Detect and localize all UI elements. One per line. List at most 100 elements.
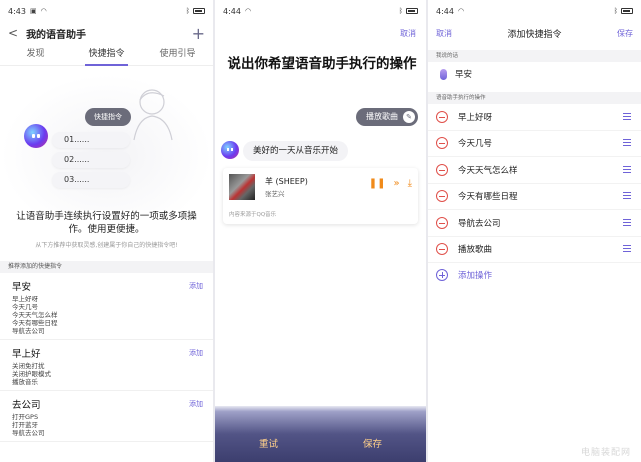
status-bar: 4:44 ◠ ᛒ <box>215 0 426 22</box>
recommend-header: 推荐添加的快捷指令 <box>0 261 213 273</box>
bottom-action-bar: 重试 保存 <box>215 406 426 462</box>
shortcut-hint: 从下方推荐中获取灵感,创建属于你自己的快捷指令吧! <box>35 242 178 249</box>
status-time: 4:44 <box>436 6 454 16</box>
group-line: 早上好呀 <box>12 295 38 303</box>
retry-button[interactable]: 重试 <box>259 436 278 450</box>
remove-icon[interactable] <box>436 163 448 176</box>
watermark: 电脑装配网 <box>580 448 631 458</box>
recognized-command-chip[interactable]: 播放歌曲 ✎ <box>356 108 418 126</box>
group-name: 早安 <box>12 282 32 293</box>
pause-icon[interactable]: ❚❚ <box>369 178 386 189</box>
group-line: 关闭护眼模式 <box>12 370 51 378</box>
microphone-icon <box>440 68 447 80</box>
recommend-group-to-office[interactable]: 去公司 添加 打开GPS 打开蓝牙 导航去公司 <box>0 391 213 442</box>
drag-handle-icon[interactable] <box>623 165 633 174</box>
drag-handle-icon[interactable] <box>623 218 633 227</box>
song-title: 羊 (SHEEP) <box>265 177 308 186</box>
tab-shortcuts[interactable]: 快捷指令 <box>71 44 142 66</box>
battery-icon <box>621 8 633 14</box>
group-line: 关闭免打扰 <box>12 362 45 370</box>
action-label: 今天有哪些日程 <box>458 192 518 203</box>
group-line: 今天天气怎么样 <box>12 311 58 319</box>
voice-prompt-title: 说出你希望语音助手执行的操作 <box>227 56 417 72</box>
add-icon[interactable]: + <box>192 24 205 43</box>
recognized-command-text: 播放歌曲 <box>366 112 398 121</box>
remove-icon[interactable] <box>436 216 448 229</box>
bluetooth-icon: ᛒ <box>613 7 618 15</box>
next-icon[interactable]: » <box>393 178 399 189</box>
say-label: 我说的话 <box>428 50 641 62</box>
battery-icon <box>406 8 418 14</box>
group-line: 今天几号 <box>12 303 38 311</box>
assistant-reply: 美好的一天从音乐开始 <box>243 141 349 161</box>
status-bar: 4:43 ▣ ◠ ᛒ <box>0 0 213 22</box>
cancel-button[interactable]: 取消 <box>436 28 452 39</box>
action-row: 早上好呀 <box>428 104 641 131</box>
battery-icon <box>193 8 205 14</box>
recommend-group-good-morning[interactable]: 早上好 添加 关闭免打扰 关闭护眼模式 播放音乐 <box>0 340 213 391</box>
edit-icon[interactable]: ✎ <box>403 111 415 123</box>
shortcut-illustration: 快捷指令 01...... 02...... 03...... <box>0 74 213 210</box>
music-card[interactable]: 羊 (SHEEP) 张艺兴 ❚❚ » ⤓ 内容来源于QQ音乐 <box>223 168 418 224</box>
action-row: 播放歌曲 <box>428 237 641 263</box>
step-pill-1: 01...... <box>52 132 130 148</box>
music-source: 内容来源于QQ音乐 <box>229 212 277 218</box>
add-circle-icon <box>436 269 448 281</box>
wifi-icon: ◠ <box>40 7 47 15</box>
save-button[interactable]: 保存 <box>617 28 633 39</box>
drag-handle-icon[interactable] <box>623 192 633 200</box>
cancel-button[interactable]: 取消 <box>400 28 416 39</box>
tab-guide[interactable]: 使用引导 <box>142 44 213 65</box>
action-label: 早上好呀 <box>458 112 493 123</box>
wifi-icon: ◠ <box>244 7 252 15</box>
add-button[interactable]: 添加 <box>189 348 203 358</box>
action-label: 导航去公司 <box>458 218 501 229</box>
action-row: 今天几号 <box>428 131 641 157</box>
add-action-label: 添加操作 <box>458 271 493 281</box>
save-button[interactable]: 保存 <box>363 436 382 450</box>
shortcut-tag: 快捷指令 <box>85 108 131 126</box>
remove-icon[interactable] <box>436 243 448 256</box>
drag-handle-icon[interactable] <box>623 245 633 253</box>
group-line: 播放音乐 <box>12 378 38 386</box>
back-icon[interactable]: < <box>8 26 18 40</box>
tab-discover[interactable]: 发现 <box>0 44 71 65</box>
download-icon[interactable]: ⤓ <box>408 178 412 189</box>
voice-input-screen: 4:44 ◠ ᛒ 取消 说出你希望语音助手执行的操作 播放歌曲 ✎ 美好的一天从… <box>215 0 426 462</box>
artist-name: 张艺兴 <box>265 190 285 198</box>
page-title: 添加快捷指令 <box>507 29 562 40</box>
action-label: 今天几号 <box>458 139 493 150</box>
recommend-group-morning[interactable]: 早安 添加 早上好呀 今天几号 今天天气怎么样 今天有哪些日程 导航去公司 <box>0 273 213 340</box>
wifi-icon: ◠ <box>457 7 465 15</box>
add-button[interactable]: 添加 <box>189 399 203 409</box>
step-pill-3: 03...... <box>52 172 130 188</box>
remove-icon[interactable] <box>436 110 448 123</box>
add-action-button[interactable]: 添加操作 <box>428 263 641 287</box>
action-label: 今天天气怎么样 <box>458 165 518 176</box>
add-button[interactable]: 添加 <box>189 281 203 291</box>
remove-icon[interactable] <box>436 190 448 203</box>
bluetooth-icon: ᛒ <box>185 7 190 15</box>
status-time: 4:43 <box>8 6 26 16</box>
say-phrase: 早安 <box>455 70 473 80</box>
tab-bar: 发现 快捷指令 使用引导 <box>0 44 213 66</box>
app-header: < 我的语音助手 + <box>0 22 213 44</box>
group-line: 打开蓝牙 <box>12 421 38 429</box>
action-row: 今天天气怎么样 <box>428 157 641 184</box>
group-name: 去公司 <box>12 400 41 411</box>
action-label: 播放歌曲 <box>458 245 493 256</box>
step-pill-2: 02...... <box>52 152 130 168</box>
remove-icon[interactable] <box>436 137 448 150</box>
drag-handle-icon[interactable] <box>623 139 633 147</box>
music-controls: ❚❚ » ⤓ <box>369 178 412 189</box>
person-illustration-icon <box>133 89 173 141</box>
shortcut-description: 让语音助手连续执行设置好的一项或多项操作。使用更便捷。 <box>16 211 197 235</box>
album-cover <box>229 174 255 200</box>
group-line: 打开GPS <box>12 413 39 421</box>
status-time: 4:44 <box>223 6 241 16</box>
group-name: 早上好 <box>12 349 41 360</box>
drag-handle-icon[interactable] <box>623 112 633 121</box>
page-title: 我的语音助手 <box>26 29 87 41</box>
say-phrase-row[interactable]: 早安 <box>428 62 641 86</box>
status-bar: 4:44 ◠ ᛒ <box>428 0 641 22</box>
